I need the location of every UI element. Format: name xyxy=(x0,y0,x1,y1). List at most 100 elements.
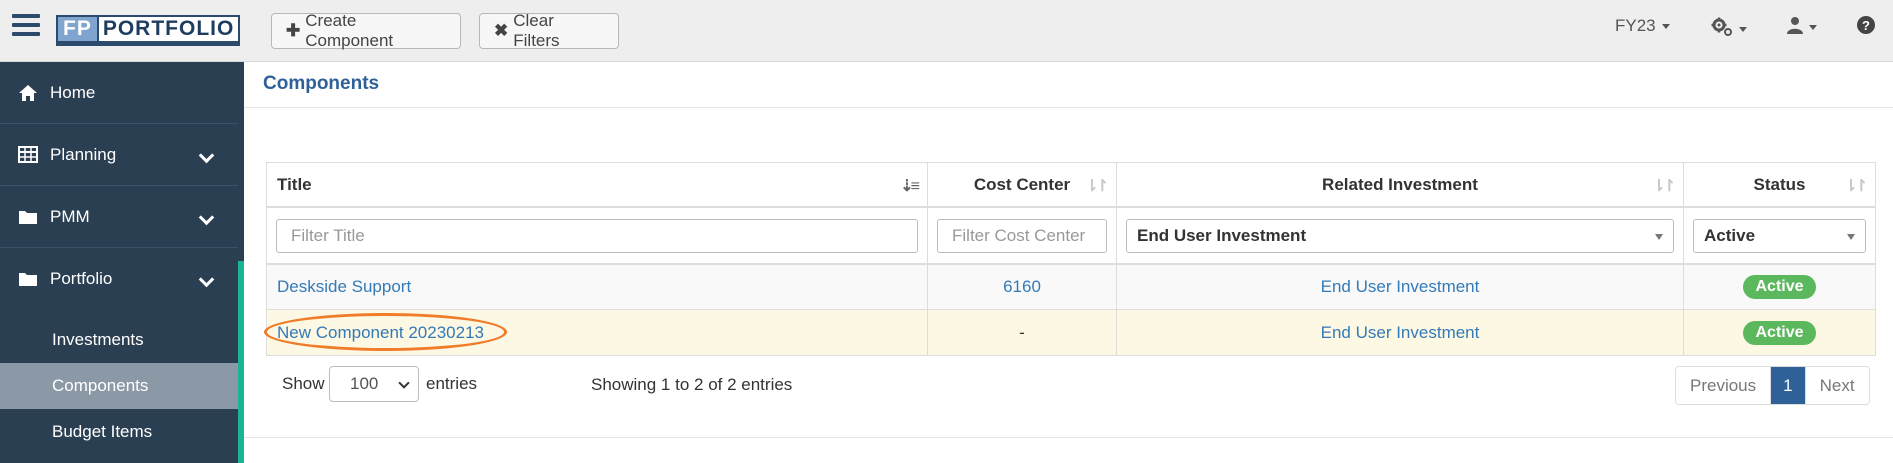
entries-label: entries xyxy=(426,374,478,393)
filter-investment-value: End User Investment xyxy=(1137,225,1307,245)
table-icon xyxy=(18,146,40,163)
user-icon xyxy=(1787,16,1803,39)
investment-link[interactable]: End User Investment xyxy=(1321,323,1480,343)
sidebar-active-accent xyxy=(238,261,244,463)
filter-investment-select[interactable]: End User Investment xyxy=(1126,218,1674,253)
app-logo[interactable]: FP PORTFOLIO xyxy=(56,15,241,46)
show-label: Show xyxy=(282,374,325,393)
sidebar-subitem-label: Components xyxy=(52,376,149,395)
status-badge: Active xyxy=(1743,275,1816,299)
filter-cell-cost-center: Filter Cost Center xyxy=(928,208,1117,263)
filter-cell-title: Filter Title xyxy=(267,208,928,263)
gears-icon xyxy=(1711,17,1733,42)
component-link[interactable]: New Component 20230213 xyxy=(277,323,484,343)
sidebar-item-label: Portfolio xyxy=(50,269,113,288)
status-badge: Active xyxy=(1743,320,1816,345)
logo-fp: FP xyxy=(56,15,97,43)
sort-icon: ⇂↾ xyxy=(1652,178,1676,195)
component-link[interactable]: Deskside Support xyxy=(277,277,411,297)
caret-down-icon xyxy=(1661,23,1670,29)
create-component-button[interactable]: ✚ Create Component xyxy=(271,11,461,50)
home-icon xyxy=(18,84,40,102)
filter-cost-center-input[interactable]: Filter Cost Center xyxy=(937,218,1107,253)
table-row: New Component 20230213 - End User Invest… xyxy=(267,310,1875,355)
cell-status: Active xyxy=(1684,310,1875,355)
fiscal-year-label: FY23 xyxy=(1615,16,1656,35)
filter-cell-investment: End User Investment xyxy=(1117,208,1684,263)
caret-down-icon xyxy=(1847,233,1855,240)
hamburger-icon[interactable] xyxy=(12,14,40,38)
plus-icon: ✚ xyxy=(286,21,301,40)
sidebar-subitem-investments[interactable]: Investments xyxy=(0,317,238,363)
pagination: Previous 1 Next xyxy=(1675,366,1870,405)
investment-link[interactable]: End User Investment xyxy=(1321,277,1480,297)
sidebar-subitem-components[interactable]: Components xyxy=(0,363,238,409)
column-header-label: Status xyxy=(1753,174,1806,194)
filter-status-value: Active xyxy=(1704,225,1756,245)
column-header-cost-center[interactable]: Cost Center ⇂↾ xyxy=(928,163,1117,206)
table-header-row: Title ⇣≡ Cost Center ⇂↾ Related Investme… xyxy=(267,163,1875,208)
sidebar-item-planning[interactable]: Planning xyxy=(0,124,238,186)
sort-alpha-icon: ⇣≡ xyxy=(900,178,920,195)
create-component-label: Create Component xyxy=(305,11,394,50)
table-filter-row: Filter Title Filter Cost Center End User… xyxy=(267,208,1875,265)
caret-down-icon xyxy=(1809,25,1817,30)
folder-icon xyxy=(18,271,40,287)
help-button[interactable]: ? xyxy=(1857,16,1875,39)
caret-down-icon xyxy=(1655,233,1663,240)
sidebar-subitem-label: Budget Items xyxy=(52,422,153,441)
sidebar: Home Planning PMM Portfolio Investments … xyxy=(0,62,244,463)
chevron-down-icon xyxy=(398,377,410,389)
sort-icon: ⇂↾ xyxy=(1844,178,1868,195)
page-size-value: 100 xyxy=(350,374,379,393)
cell-cost-center: - xyxy=(928,310,1117,355)
next-page-button[interactable]: Next xyxy=(1805,367,1869,404)
cell-status: Active xyxy=(1684,265,1875,309)
table-info: Showing 1 to 2 of 2 entries xyxy=(591,375,793,394)
settings-dropdown[interactable] xyxy=(1711,17,1747,42)
close-icon: ✖ xyxy=(494,21,509,40)
cell-title: New Component 20230213 xyxy=(267,310,928,355)
sidebar-item-label: Planning xyxy=(50,144,117,164)
sidebar-item-portfolio[interactable]: Portfolio xyxy=(0,248,238,310)
filter-status-select[interactable]: Active xyxy=(1693,218,1866,253)
column-header-related-investment[interactable]: Related Investment ⇂↾ xyxy=(1117,163,1684,206)
cell-investment: End User Investment xyxy=(1117,265,1684,309)
sidebar-subitem-label: Investments xyxy=(52,330,144,349)
page-size-select[interactable]: 100 xyxy=(329,366,419,402)
filter-title-input[interactable]: Filter Title xyxy=(276,218,918,253)
page-1-button[interactable]: 1 xyxy=(1771,367,1806,404)
sidebar-item-label: PMM xyxy=(50,206,90,226)
cell-cost-center: 6160 xyxy=(928,265,1117,309)
sidebar-item-home[interactable]: Home xyxy=(0,62,238,124)
clear-filters-label: Clear Filters xyxy=(513,11,560,50)
column-header-label: Related Investment xyxy=(1322,174,1478,194)
chevron-down-icon xyxy=(198,271,215,288)
folder-icon xyxy=(18,209,40,225)
components-table: Title ⇣≡ Cost Center ⇂↾ Related Investme… xyxy=(266,162,1876,356)
table-row: Deskside Support 6160 End User Investmen… xyxy=(267,265,1875,310)
fiscal-year-dropdown[interactable]: FY23 xyxy=(1615,16,1670,36)
sidebar-item-label: Home xyxy=(50,82,96,102)
cell-investment: End User Investment xyxy=(1117,310,1684,355)
cell-title: Deskside Support xyxy=(267,265,928,309)
clear-filters-button[interactable]: ✖ Clear Filters xyxy=(479,11,619,50)
sort-icon: ⇂↾ xyxy=(1085,178,1109,195)
column-header-status[interactable]: Status ⇂↾ xyxy=(1684,163,1875,206)
previous-page-button[interactable]: Previous xyxy=(1676,367,1772,404)
logo-portfolio: PORTFOLIO xyxy=(96,15,241,43)
divider xyxy=(244,437,1893,438)
sidebar-subitem-budget-items[interactable]: Budget Items xyxy=(0,409,238,455)
chevron-down-icon xyxy=(198,209,215,226)
filter-cell-status: Active xyxy=(1684,208,1875,263)
user-dropdown[interactable] xyxy=(1787,16,1817,39)
svg-text:?: ? xyxy=(1862,18,1870,33)
chevron-down-icon xyxy=(198,147,215,164)
caret-down-icon xyxy=(1739,27,1747,32)
top-bar: FP PORTFOLIO ✚ Create Component ✖ Clear … xyxy=(0,0,1893,62)
column-header-title[interactable]: Title ⇣≡ xyxy=(267,163,928,206)
sidebar-item-pmm[interactable]: PMM xyxy=(0,186,238,248)
divider xyxy=(244,107,1893,108)
cost-center-link[interactable]: 6160 xyxy=(1003,277,1041,297)
page-title: Components xyxy=(263,73,380,94)
